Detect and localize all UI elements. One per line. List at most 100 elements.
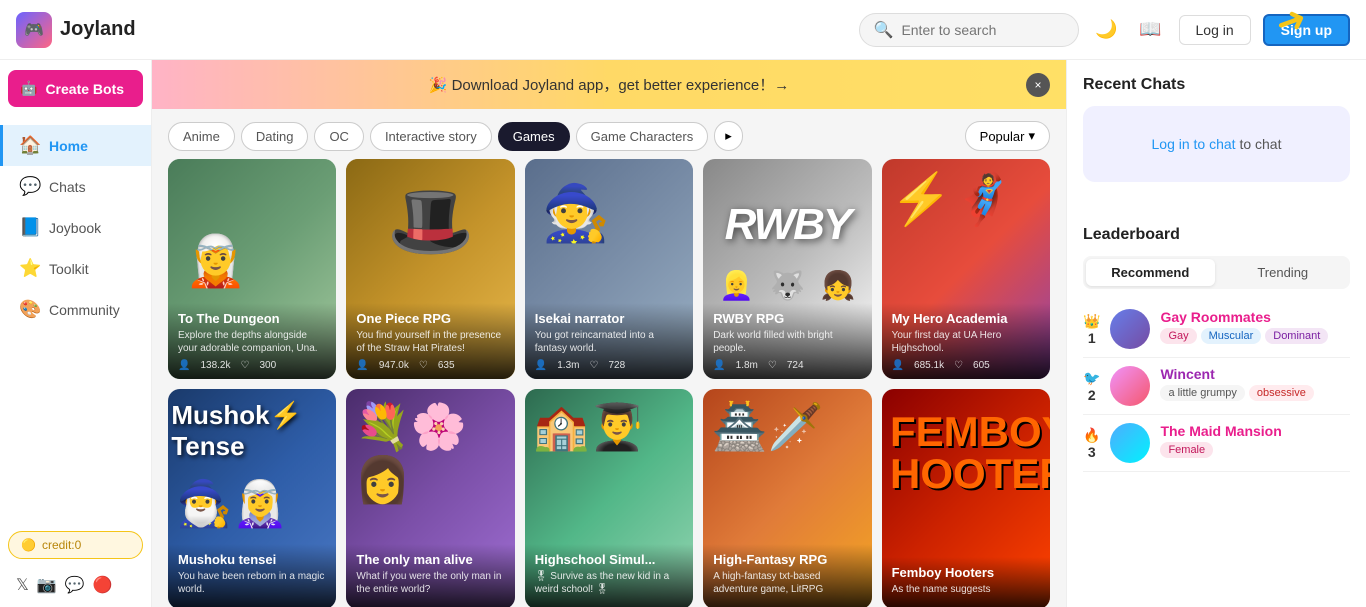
instagram-icon[interactable]: 📷 — [37, 575, 57, 595]
card-my-hero-academia[interactable]: ⚡🦸 My Hero Academia Your first day at UA… — [882, 159, 1050, 379]
card-title: To The Dungeon — [178, 311, 326, 326]
lb-name-1[interactable]: Gay Roommates — [1160, 309, 1350, 325]
leaderboard-title: Leaderboard — [1083, 226, 1350, 244]
moon-icon[interactable]: 🌙 — [1091, 14, 1123, 46]
tab-recommend[interactable]: Recommend — [1086, 259, 1215, 286]
filter-oc[interactable]: OC — [314, 122, 364, 151]
card-overlay: One Piece RPG You find yourself in the p… — [346, 303, 514, 379]
lb-avatar-3[interactable] — [1110, 423, 1150, 463]
filter-dating[interactable]: Dating — [241, 122, 309, 151]
leaderboard-tabs: Recommend Trending — [1083, 256, 1350, 289]
lb-avatar-2[interactable] — [1110, 366, 1150, 406]
card-title: Femboy Hooters — [892, 565, 1040, 580]
card-to-the-dungeon[interactable]: 🧝 To The Dungeon Explore the depths alon… — [168, 159, 336, 379]
filter-more-button[interactable]: ▸ — [714, 121, 743, 151]
lb-rank-1: 👑 1 — [1083, 309, 1100, 346]
credit-button[interactable]: 🟡 credit:0 — [8, 531, 143, 559]
card-one-piece-rpg[interactable]: 🎩 One Piece RPG You find yourself in the… — [346, 159, 514, 379]
lb-tags-3: Female — [1160, 442, 1350, 458]
sidebar-label-home: Home — [49, 138, 88, 154]
card-desc: A high-fantasy txt-based adventure game,… — [713, 570, 861, 596]
chats-icon: 💬 — [19, 176, 39, 197]
banner: 🎉 Download Joyland app，get better experi… — [152, 60, 1066, 109]
sidebar: 🤖 Create Bots 🏠 Home 💬 Chats 📘 Joybook ⭐… — [0, 60, 152, 607]
card-desc: You got reincarnated into a fantasy worl… — [535, 329, 683, 355]
twitter-icon[interactable]: 𝕏 — [16, 575, 29, 595]
sidebar-label-chats: Chats — [49, 179, 86, 195]
sidebar-item-joybook[interactable]: 📘 Joybook — [0, 207, 151, 248]
card-only-man-alive[interactable]: 💐🌸👩 The only man alive What if you were … — [346, 389, 514, 607]
card-title: My Hero Academia — [892, 311, 1040, 326]
lb-name-2[interactable]: Wincent — [1160, 366, 1350, 382]
tag-gay: Gay — [1160, 328, 1196, 344]
logo[interactable]: 🎮 Joyland — [16, 12, 136, 48]
card-overlay: High-Fantasy RPG A high-fantasy txt-base… — [703, 544, 871, 607]
plays-count: 1.8m — [736, 360, 758, 371]
card-title: High-Fantasy RPG — [713, 552, 861, 567]
login-button[interactable]: Log in — [1179, 15, 1251, 45]
lb-info-3: The Maid Mansion Female — [1160, 423, 1350, 458]
card-rwby-rpg[interactable]: RWBY 👱‍♀️🐺👧 RWBY RPG Dark world filled w… — [703, 159, 871, 379]
tab-trending[interactable]: Trending — [1219, 259, 1348, 286]
card-title: Mushoku tensei — [178, 552, 326, 567]
sidebar-label-community: Community — [49, 302, 120, 318]
sort-popular[interactable]: Popular ▾ — [965, 121, 1050, 151]
filter-interactive-story[interactable]: Interactive story — [370, 122, 492, 151]
cards-row-1: 🧝 To The Dungeon Explore the depths alon… — [168, 159, 1050, 379]
leaderboard-section: Leaderboard Recommend Trending 👑 1 Gay R… — [1067, 210, 1366, 488]
lb-item-1: 👑 1 Gay Roommates Gay Muscular Dominant — [1083, 301, 1350, 358]
card-stats: 👤 138.2k ♡ 300 — [178, 360, 326, 371]
card-highschool-sim[interactable]: 🏫👨‍🎓 Highschool Simul... 🎖 Survive as th… — [525, 389, 693, 607]
lb-rank-3: 🔥 3 — [1083, 423, 1100, 460]
card-femboy-hooters[interactable]: FEMBOYHOOTERS Femboy Hooters As the name… — [882, 389, 1050, 607]
search-bar[interactable]: 🔍 — [859, 13, 1079, 47]
likes-count: 728 — [608, 360, 625, 371]
card-stats: 👤 685.1k ♡ 605 — [892, 360, 1040, 371]
card-desc: Explore the depths alongside your adorab… — [178, 329, 326, 355]
sort-label: Popular — [980, 129, 1025, 144]
main-layout: 🤖 Create Bots 🏠 Home 💬 Chats 📘 Joybook ⭐… — [0, 60, 1366, 607]
lb-avatar-1[interactable] — [1110, 309, 1150, 349]
lb-info-1: Gay Roommates Gay Muscular Dominant — [1160, 309, 1350, 344]
card-overlay: My Hero Academia Your first day at UA He… — [882, 303, 1050, 379]
create-bots-icon: 🤖 — [20, 80, 37, 97]
home-icon: 🏠 — [19, 135, 39, 156]
rank-icon-3: 🔥 — [1083, 427, 1100, 444]
plays-icon: 👤 — [178, 360, 190, 371]
search-input[interactable] — [901, 22, 1061, 38]
tag-obsessive: obsessive — [1249, 385, 1314, 401]
lb-tags-2: a little grumpy obsessive — [1160, 385, 1350, 401]
filter-game-characters[interactable]: Game Characters — [576, 122, 709, 151]
filter-games[interactable]: Games — [498, 122, 570, 151]
card-overlay: Femboy Hooters As the name suggests — [882, 557, 1050, 607]
discord-icon[interactable]: 💬 — [65, 575, 85, 595]
recent-chats-empty: Log in to chat to chat — [1083, 106, 1350, 182]
sidebar-item-chats[interactable]: 💬 Chats — [0, 166, 151, 207]
sidebar-item-community[interactable]: 🎨 Community — [0, 289, 151, 330]
sidebar-item-toolkit[interactable]: ⭐ Toolkit — [0, 248, 151, 289]
lb-name-3[interactable]: The Maid Mansion — [1160, 423, 1350, 439]
card-desc: You find yourself in the presence of the… — [356, 329, 504, 355]
plays-count: 1.3m — [557, 360, 579, 371]
logo-text: Joyland — [60, 18, 136, 41]
rank-icon-1: 👑 — [1083, 313, 1100, 330]
create-bots-button[interactable]: 🤖 Create Bots — [8, 70, 143, 107]
login-link[interactable]: Log in to chat — [1152, 136, 1236, 152]
card-desc: Dark world filled with bright people. — [713, 329, 861, 355]
card-mushoku-tensei[interactable]: Mushok⚡Tense 🧙‍♂️🧝‍♀️ Mushoku tensei You… — [168, 389, 336, 607]
reddit-icon[interactable]: 🔴 — [93, 575, 113, 595]
toolkit-icon: ⭐ — [19, 258, 39, 279]
community-icon: 🎨 — [19, 299, 39, 320]
tag-grumpy: a little grumpy — [1160, 385, 1244, 401]
card-high-fantasy-rpg[interactable]: 🏯🗡️ High-Fantasy RPG A high-fantasy txt-… — [703, 389, 871, 607]
card-desc: 🎖 Survive as the new kid in a weird scho… — [535, 570, 683, 596]
card-isekai-narrator[interactable]: 🧙 Isekai narrator You got reincarnated i… — [525, 159, 693, 379]
sidebar-item-home[interactable]: 🏠 Home — [0, 125, 151, 166]
sidebar-label-toolkit: Toolkit — [49, 261, 89, 277]
filter-anime[interactable]: Anime — [168, 122, 235, 151]
main-content: 🎉 Download Joyland app，get better experi… — [152, 60, 1066, 607]
book-icon[interactable]: 📖 — [1135, 14, 1167, 46]
card-title: Isekai narrator — [535, 311, 683, 326]
banner-close-button[interactable]: × — [1026, 73, 1050, 97]
likes-count: 635 — [438, 360, 455, 371]
